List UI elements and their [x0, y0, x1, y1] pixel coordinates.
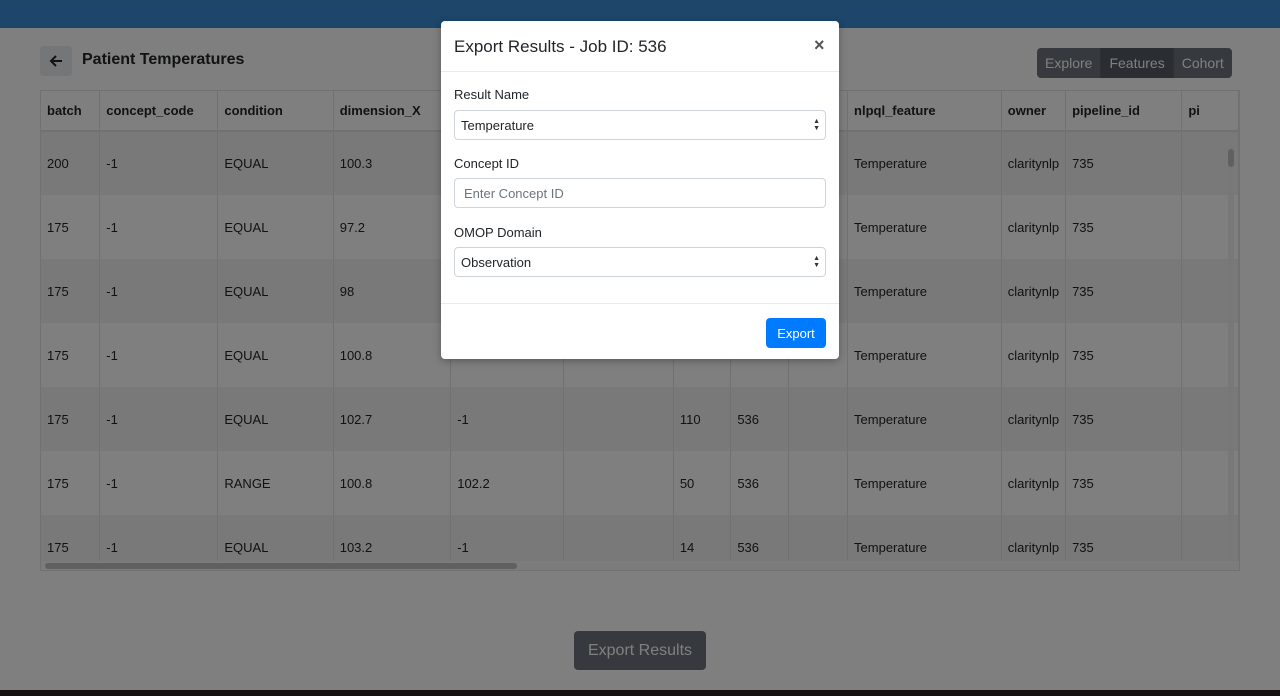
- select-arrows-icon: ▲ ▼: [813, 118, 820, 132]
- omop-domain-value: Observation: [461, 254, 532, 270]
- select-arrows-icon: ▲ ▼: [813, 255, 820, 269]
- export-results-modal: Export Results - Job ID: 536 × Result Na…: [441, 21, 839, 359]
- close-icon[interactable]: ×: [814, 35, 825, 56]
- result-name-select[interactable]: Temperature ▲ ▼: [454, 110, 826, 140]
- modal-title: Export Results - Job ID: 536: [454, 37, 667, 56]
- concept-id-placeholder: Enter Concept ID: [464, 185, 564, 201]
- result-name-value: Temperature: [461, 117, 534, 133]
- result-name-label: Result Name: [454, 87, 530, 102]
- omop-domain-select[interactable]: Observation ▲ ▼: [454, 247, 826, 277]
- export-button[interactable]: Export: [766, 318, 826, 348]
- modal-footer: Export: [441, 303, 839, 359]
- modal-body: Result Name Temperature ▲ ▼ Concept ID En…: [441, 72, 839, 303]
- omop-domain-label: OMOP Domain: [454, 225, 542, 240]
- concept-id-label: Concept ID: [454, 156, 520, 171]
- concept-id-input[interactable]: Enter Concept ID: [454, 178, 826, 208]
- modal-header: Export Results - Job ID: 536 ×: [441, 21, 839, 72]
